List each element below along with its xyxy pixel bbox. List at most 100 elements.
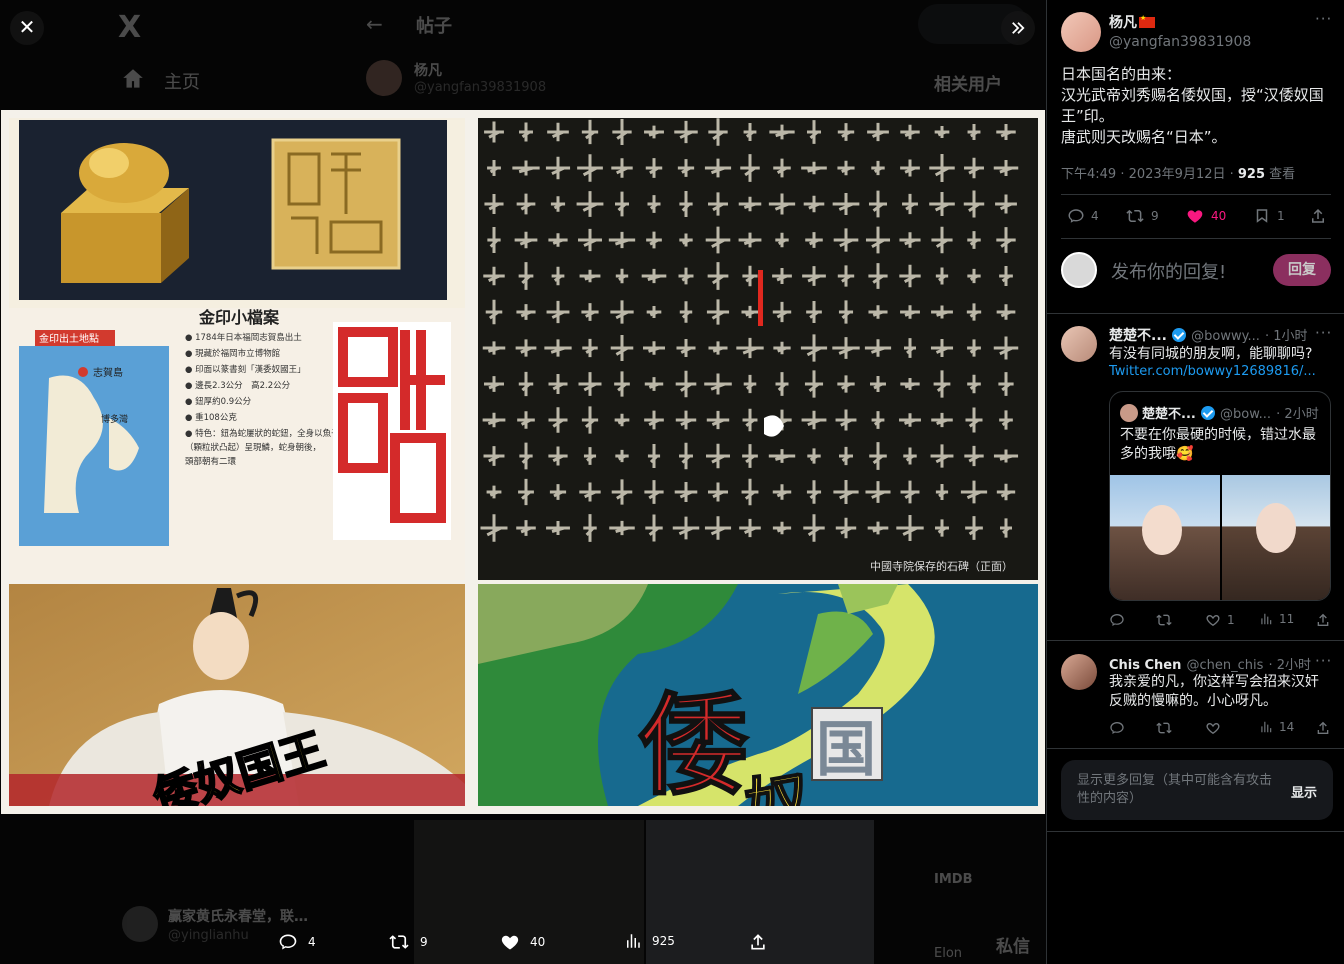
gold-seal-illustration: 金印出土地點 志賀島 博多灣 金印小檔案 ● 1784年日本福岡志賀島出土 ● … [9, 120, 465, 580]
seal-fact: ● 邊長2.3公分 高2.2公分 [185, 380, 291, 391]
like-count: 40 [1211, 209, 1227, 223]
seal-fact: ● 鈕厚約0.9公分 [185, 396, 252, 407]
author-name: 杨凡 [1109, 15, 1137, 31]
retweet-button[interactable] [1155, 720, 1179, 736]
quote-image[interactable] [1110, 475, 1220, 600]
quoted-post-card[interactable]: 楚楚不... @bow... · 2小时 不要在你最硬的时候，错过水最多的我哦🥰 [1109, 391, 1331, 601]
retweet-button[interactable]: 9 [1125, 207, 1159, 225]
show-more-button[interactable]: 显示 [1291, 782, 1317, 801]
reply-link[interactable]: Twitter.com/bowwy12689816/... [1109, 364, 1316, 379]
post-detail-sidebar: 杨凡 @yangfan39831908 ··· 日本国名的由来： 汉光武帝刘秀赐… [1046, 0, 1344, 964]
reply-button[interactable] [1109, 720, 1131, 736]
views-icon [1261, 613, 1272, 625]
reply-count: 4 [308, 935, 316, 949]
post-title: 帖子 [416, 16, 452, 37]
views-button[interactable]: 925 [624, 932, 675, 950]
seal-fact: ● 現藏於福岡市立博物館 [185, 348, 280, 359]
views-count: 925 [652, 934, 675, 948]
avatar[interactable] [1061, 654, 1097, 690]
seal-map-label: 金印出土地點 [39, 332, 99, 345]
retweet-count: 9 [420, 935, 428, 949]
more-options-icon[interactable]: ··· [1315, 10, 1332, 28]
avatar [1120, 404, 1138, 422]
nav-home-label: 主页 [164, 72, 200, 93]
divider [1047, 748, 1344, 749]
reply-time[interactable]: · 2小时 [1268, 658, 1311, 673]
reply-button[interactable]: 4 [1067, 207, 1099, 225]
post-author: 杨凡 [414, 63, 442, 79]
share-button[interactable] [1309, 207, 1327, 225]
reply-author-name[interactable]: 楚楚不... [1109, 328, 1167, 344]
seal-card-title: 金印小檔案 [198, 308, 280, 327]
views-icon [627, 934, 640, 948]
reply-input[interactable]: 发布你的回复! [1111, 258, 1226, 284]
show-more-replies-card[interactable]: 显示更多回复（其中可能含有攻击性的内容） 显示 [1061, 760, 1333, 820]
avatar [1061, 252, 1097, 288]
tweet-views-count: 925 [1237, 167, 1266, 182]
share-button[interactable] [1315, 720, 1331, 736]
map-big-char: 倭 [638, 682, 749, 806]
reply-button[interactable]: 4 [278, 932, 316, 952]
more-options-icon[interactable]: ··· [1315, 324, 1332, 342]
japan-map-panel: 倭 国 奴 [478, 584, 1038, 806]
divider [1047, 313, 1344, 314]
seal-bay-label: 博多灣 [101, 413, 128, 425]
retweet-count: 9 [1151, 209, 1159, 223]
like-count: 1 [1227, 613, 1235, 627]
retweet-button[interactable]: 9 [388, 932, 428, 952]
close-button[interactable]: ✕ [10, 11, 44, 45]
back-arrow-icon: ← [366, 12, 383, 36]
expand-sidebar-button[interactable] [1001, 11, 1035, 45]
author-block[interactable]: 杨凡 @yangfan39831908 [1109, 12, 1251, 50]
reply-author-name[interactable]: Chis Chen [1109, 658, 1181, 673]
heart-icon [501, 935, 519, 950]
seal-fact: ● 特色：鈕為蛇屢狀的蛇鈕，全身以魚子文 [185, 428, 349, 439]
king-portrait-panel: 倭奴国王 [9, 584, 465, 806]
share-icon [1317, 721, 1329, 734]
avatar[interactable] [1061, 12, 1101, 52]
avatar[interactable] [1061, 326, 1097, 362]
like-count: 40 [530, 935, 546, 949]
quote-header: 楚楚不... @bow... · 2小时 [1142, 403, 1319, 422]
heart-icon [1187, 210, 1203, 223]
stone-stele-illustration: 中國寺院保存的石碑（正面） [478, 118, 1038, 580]
seal-fact: ● 1784年日本福岡志賀島出土 [185, 332, 302, 343]
like-button[interactable]: 1 [1205, 612, 1235, 628]
quote-image[interactable] [1222, 475, 1330, 600]
share-button[interactable] [1315, 612, 1331, 628]
show-more-text: 显示更多回复（其中可能含有攻击性的内容） [1077, 773, 1273, 806]
retweet-icon [389, 935, 409, 949]
like-button[interactable]: 40 [1185, 207, 1226, 225]
reply-icon [1110, 722, 1124, 734]
reply-icon [1068, 209, 1084, 223]
post-image[interactable]: 金印出土地點 志賀島 博多灣 金印小檔案 ● 1784年日本福岡志賀島出土 ● … [1, 110, 1045, 814]
avatar [122, 906, 158, 942]
reply-header: Chis Chen @chen_chis · 2小时 [1109, 654, 1323, 673]
close-icon: ✕ [18, 15, 36, 39]
views-count: 11 [1279, 612, 1295, 626]
views-count: 14 [1279, 720, 1295, 734]
retweet-button[interactable] [1155, 612, 1179, 628]
reply-author-handle[interactable]: @bowwy... [1191, 329, 1260, 344]
seal-fact: 頭部朝有二環 [185, 456, 237, 467]
reply-button[interactable] [1109, 612, 1131, 628]
like-button[interactable] [1205, 720, 1227, 736]
more-options-icon[interactable]: ··· [1315, 652, 1332, 670]
views-button[interactable]: 11 [1259, 612, 1294, 626]
bookmark-button[interactable]: 1 [1253, 207, 1285, 225]
share-icon [751, 934, 765, 950]
post-handle: @yangfan39831908 [414, 80, 547, 95]
share-button[interactable] [748, 932, 768, 952]
like-button[interactable]: 40 [500, 932, 545, 952]
seal-island-label: 志賀島 [93, 366, 123, 379]
tweet-timestamp[interactable]: 下午4:49 · 2023年9月12日 · [1061, 167, 1238, 182]
messages-label: 私信 [996, 937, 1030, 957]
views-button[interactable]: 14 [1259, 720, 1294, 734]
reply-submit-button[interactable]: 回复 [1273, 254, 1331, 286]
reply-author-handle[interactable]: @chen_chis [1186, 658, 1263, 673]
trend-label: Elon [934, 946, 963, 961]
reply-time[interactable]: · 1小时 [1265, 329, 1308, 344]
author-handle: @yangfan39831908 [1109, 34, 1252, 50]
media-action-bar: 4 9 40 925 [270, 924, 790, 964]
share-icon [1317, 613, 1329, 626]
